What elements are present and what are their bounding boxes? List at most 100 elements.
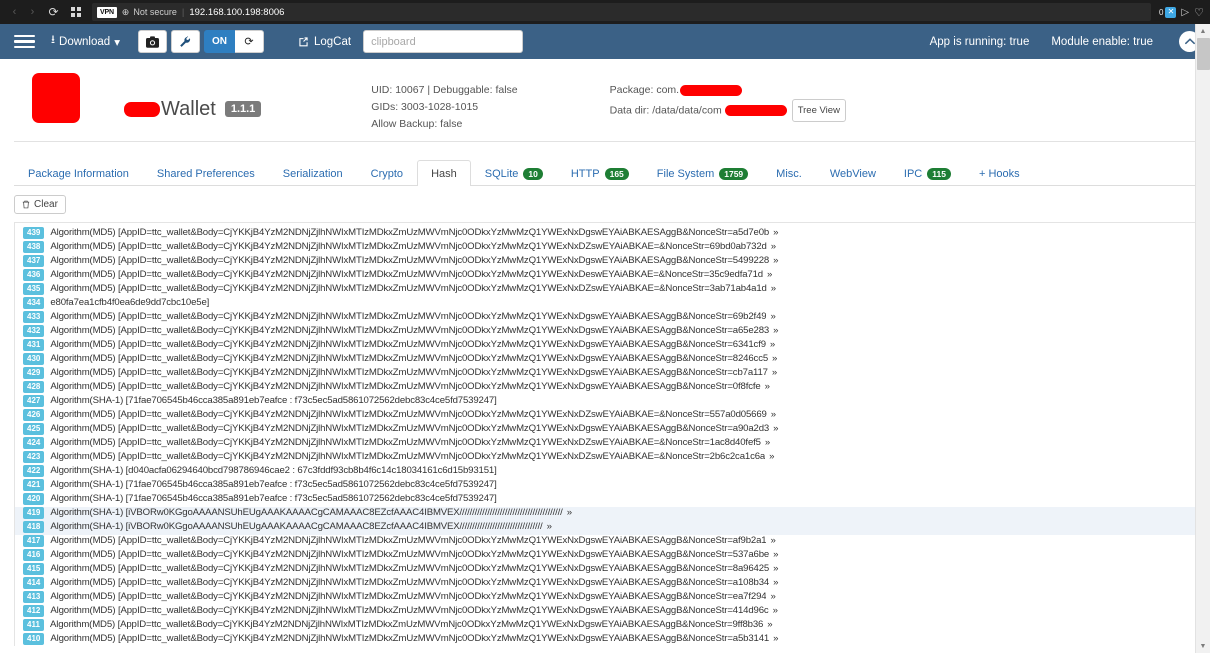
clear-button-label: Clear	[34, 199, 58, 210]
log-line[interactable]: 429 Algorithm(MD5) [AppID=ttc_wallet&Body…	[15, 367, 1195, 381]
log-line[interactable]: 423 Algorithm(MD5) [AppID=ttc_wallet&Body…	[15, 451, 1195, 465]
log-expand-chevron-icon[interactable]: »	[767, 619, 772, 630]
log-line[interactable]: 421 Algorithm(SHA-1) [71fae706545b46cca38…	[15, 479, 1195, 493]
tab-label: Hash	[431, 168, 457, 180]
log-expand-chevron-icon[interactable]: »	[765, 437, 770, 448]
log-expand-chevron-icon[interactable]: »	[773, 605, 778, 616]
download-menu-button[interactable]: ⭳ Download ▾	[51, 32, 120, 51]
log-expand-chevron-icon[interactable]: »	[765, 381, 770, 392]
log-line[interactable]: 410 Algorithm(MD5) [AppID=ttc_wallet&Body…	[15, 633, 1195, 646]
refresh-toggle-button[interactable]: ⟳	[234, 30, 264, 53]
log-line[interactable]: 413 Algorithm(MD5) [AppID=ttc_wallet&Body…	[15, 591, 1195, 605]
log-line[interactable]: 432 Algorithm(MD5) [AppID=ttc_wallet&Body…	[15, 325, 1195, 339]
page-scrollbar[interactable]: ▲ ▼	[1195, 24, 1210, 653]
on-toggle-button[interactable]: ON	[203, 30, 235, 53]
tab-hooks[interactable]: + Hooks	[965, 160, 1034, 186]
tab-file-system[interactable]: File System 1759	[643, 160, 762, 186]
log-expand-chevron-icon[interactable]: »	[773, 633, 778, 644]
log-expand-chevron-icon[interactable]: »	[772, 353, 777, 364]
tab-serialization[interactable]: Serialization	[269, 160, 357, 186]
log-expand-chevron-icon[interactable]: »	[770, 591, 775, 602]
wrench-button[interactable]	[170, 30, 200, 53]
log-line[interactable]: 412 Algorithm(MD5) [AppID=ttc_wallet&Body…	[15, 605, 1195, 619]
log-expand-chevron-icon[interactable]: »	[770, 535, 775, 546]
scroll-down-icon[interactable]: ▼	[1196, 639, 1210, 653]
log-expand-chevron-icon[interactable]: »	[773, 423, 778, 434]
log-line[interactable]: 411 Algorithm(MD5) [AppID=ttc_wallet&Body…	[15, 619, 1195, 633]
tab-http[interactable]: HTTP 165	[557, 160, 643, 186]
log-line[interactable]: 433 Algorithm(MD5) [AppID=ttc_wallet&Body…	[15, 311, 1195, 325]
reload-icon[interactable]: ⟳	[45, 4, 62, 21]
forward-icon[interactable]: ›	[24, 4, 41, 21]
scrollbar-thumb[interactable]	[1197, 38, 1210, 70]
log-expand-chevron-icon[interactable]: »	[773, 325, 778, 336]
log-line[interactable]: 424 Algorithm(MD5) [AppID=ttc_wallet&Body…	[15, 437, 1195, 451]
log-line[interactable]: 419 Algorithm(SHA-1) [iVBORw0KGgoAAAANSUh…	[15, 507, 1195, 521]
scroll-up-icon[interactable]: ▲	[1196, 24, 1210, 38]
clipboard-input[interactable]: clipboard	[363, 30, 524, 53]
tab-webview[interactable]: WebView	[816, 160, 890, 186]
log-expand-chevron-icon[interactable]: »	[773, 549, 778, 560]
log-line[interactable]: 431 Algorithm(MD5) [AppID=ttc_wallet&Body…	[15, 339, 1195, 353]
tree-view-button[interactable]: Tree View	[791, 99, 846, 122]
log-line[interactable]: 436 Algorithm(MD5) [AppID=ttc_wallet&Body…	[15, 269, 1195, 283]
tab-count-badge: 165	[604, 168, 629, 180]
log-line-text: Algorithm(MD5) [AppID=ttc_wallet&Body=Cj…	[50, 353, 769, 364]
log-expand-chevron-icon[interactable]: »	[767, 269, 772, 280]
logcat-button[interactable]: LogCat	[298, 36, 351, 48]
hamburger-icon[interactable]	[14, 34, 35, 49]
back-icon[interactable]: ‹	[6, 4, 23, 21]
log-line-number: 416	[23, 549, 45, 561]
tab-crypto[interactable]: Crypto	[357, 160, 417, 186]
log-line[interactable]: 420 Algorithm(SHA-1) [71fae706545b46cca38…	[15, 493, 1195, 507]
log-line[interactable]: 418 Algorithm(SHA-1) [iVBORw0KGgoAAAANSUh…	[15, 521, 1195, 535]
log-expand-chevron-icon[interactable]: »	[773, 255, 778, 266]
tab-sqlite[interactable]: SQLite 10	[471, 160, 557, 186]
log-line[interactable]: 437 Algorithm(MD5) [AppID=ttc_wallet&Body…	[15, 255, 1195, 269]
log-line-text: Algorithm(SHA-1) [71fae706545b46cca385a8…	[50, 479, 497, 490]
security-status-label: Not secure	[133, 7, 177, 17]
cast-icon[interactable]: ▷	[1181, 7, 1189, 18]
log-line[interactable]: 416 Algorithm(MD5) [AppID=ttc_wallet&Body…	[15, 549, 1195, 563]
log-line[interactable]: 430 Algorithm(MD5) [AppID=ttc_wallet&Body…	[15, 353, 1195, 367]
hash-log-list[interactable]: 439 Algorithm(MD5) [AppID=ttc_wallet&Body…	[14, 222, 1196, 646]
log-line[interactable]: 427 Algorithm(SHA-1) [71fae706545b46cca38…	[15, 395, 1195, 409]
tab-misc[interactable]: Misc.	[762, 160, 816, 186]
log-line[interactable]: 439 Algorithm(MD5) [AppID=ttc_wallet&Body…	[15, 227, 1195, 241]
screenshot-button[interactable]	[137, 30, 167, 53]
tab-hash[interactable]: Hash	[417, 160, 471, 186]
log-expand-chevron-icon[interactable]: »	[773, 563, 778, 574]
log-line[interactable]: 428 Algorithm(MD5) [AppID=ttc_wallet&Body…	[15, 381, 1195, 395]
log-line[interactable]: 434 e80fa7ea1cfb4f0ea6de9dd7cbc10e5e]	[15, 297, 1195, 311]
log-line[interactable]: 422 Algorithm(SHA-1) [d040acfa06294640bcd…	[15, 465, 1195, 479]
log-line[interactable]: 415 Algorithm(MD5) [AppID=ttc_wallet&Body…	[15, 563, 1195, 577]
log-line[interactable]: 438 Algorithm(MD5) [AppID=ttc_wallet&Body…	[15, 241, 1195, 255]
log-expand-chevron-icon[interactable]: »	[567, 507, 572, 518]
tab-ipc[interactable]: IPC 115	[890, 160, 965, 186]
module-enable-status: Module enable: true	[1051, 35, 1153, 48]
log-expand-chevron-icon[interactable]: »	[772, 367, 777, 378]
address-bar[interactable]: VPN ⊕ Not secure | 192.168.100.198:8006	[92, 3, 1151, 21]
log-line[interactable]: 426 Algorithm(MD5) [AppID=ttc_wallet&Body…	[15, 409, 1195, 423]
log-expand-chevron-icon[interactable]: »	[771, 283, 776, 294]
apps-grid-icon[interactable]	[67, 4, 84, 21]
log-expand-chevron-icon[interactable]: »	[547, 521, 552, 532]
log-expand-chevron-icon[interactable]: »	[771, 241, 776, 252]
tab-shared-preferences[interactable]: Shared Preferences	[143, 160, 269, 186]
log-expand-chevron-icon[interactable]: »	[771, 409, 776, 420]
url-text[interactable]: 192.168.100.198:8006	[189, 7, 284, 18]
log-line[interactable]: 425 Algorithm(MD5) [AppID=ttc_wallet&Body…	[15, 423, 1195, 437]
log-line[interactable]: 414 Algorithm(MD5) [AppID=ttc_wallet&Body…	[15, 577, 1195, 591]
log-expand-chevron-icon[interactable]: »	[769, 451, 774, 462]
tab-package-information[interactable]: Package Information	[14, 160, 143, 186]
favorite-icon[interactable]: ♡	[1194, 6, 1204, 19]
log-line-number: 438	[23, 241, 45, 253]
log-expand-chevron-icon[interactable]: »	[770, 311, 775, 322]
log-expand-chevron-icon[interactable]: »	[773, 227, 778, 238]
log-expand-chevron-icon[interactable]: »	[770, 339, 775, 350]
log-line[interactable]: 417 Algorithm(MD5) [AppID=ttc_wallet&Body…	[15, 535, 1195, 549]
log-expand-chevron-icon[interactable]: »	[773, 577, 778, 588]
extension-badge[interactable]: 0 ✕	[1159, 6, 1177, 18]
clear-button[interactable]: Clear	[14, 195, 66, 214]
log-line[interactable]: 435 Algorithm(MD5) [AppID=ttc_wallet&Body…	[15, 283, 1195, 297]
